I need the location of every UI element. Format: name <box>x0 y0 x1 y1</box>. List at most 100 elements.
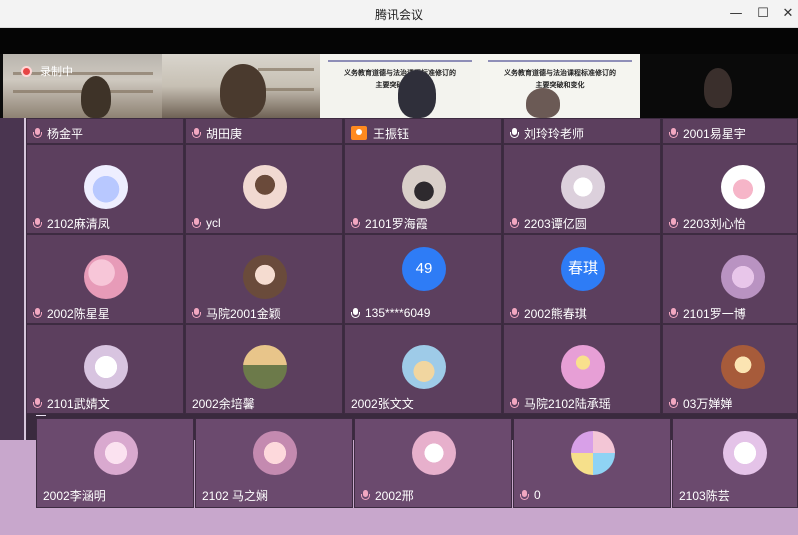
participant-name-text: 0 <box>534 488 541 502</box>
record-icon <box>21 65 32 77</box>
avatar <box>561 165 605 209</box>
video-tile-3[interactable]: 义务教育道德与法治课程标准修订的 主要突破和变化 <box>320 54 480 118</box>
participant-tile[interactable]: 刘玲玲老师 <box>503 118 661 144</box>
participant-name: 2101武婧文 <box>27 393 110 413</box>
participant-tile[interactable]: 2002李涵明 <box>36 418 194 508</box>
title-bar: 腾讯会议 — ☐ ✕ <box>0 0 798 28</box>
participant-tile[interactable]: 2101罗海霞 <box>344 144 502 234</box>
participant-name: 马院2102陆承瑶 <box>504 393 611 413</box>
participant-tile[interactable]: 2002邢 <box>354 418 512 508</box>
participant-tile[interactable]: 2002余培馨 <box>185 324 343 414</box>
participant-name-text: 2103陈芸 <box>679 488 730 503</box>
participant-name: 03万婵婵 <box>663 393 732 413</box>
recording-label: 录制中 <box>40 66 73 78</box>
participant-name: 0 <box>514 485 541 505</box>
participant-tile[interactable]: 2203谭亿圆 <box>503 144 661 234</box>
avatar <box>723 431 767 475</box>
participant-tile[interactable]: 2102麻清凤 <box>26 144 184 234</box>
participant-name: 2102 马之娴 <box>196 485 268 505</box>
mic-icon <box>33 217 42 229</box>
mic-icon <box>510 217 519 229</box>
participant-name: 刘玲玲老师 <box>504 123 584 143</box>
participant-name-text: 03万婵婵 <box>683 396 733 411</box>
participant-name: 2101罗海霞 <box>345 213 428 233</box>
video-strip: 录制中 义务教育道德与法治课程标准修订的 主要突破和变化 义务教育道德与法治课程… <box>0 54 798 118</box>
participant-tile[interactable]: 杨金平 <box>26 118 184 144</box>
participant-tile[interactable]: 2101罗一博 <box>662 234 798 324</box>
mic-icon <box>361 489 370 501</box>
participant-name-text: 2203谭亿圆 <box>524 216 587 231</box>
avatar: 49 <box>402 247 446 291</box>
slide-title: 义务教育道德与法治课程标准修订的 <box>504 70 616 77</box>
participant-name-text: 马院2001金颖 <box>206 306 281 321</box>
avatar <box>243 255 287 299</box>
video-tile-5[interactable] <box>640 54 798 118</box>
participant-tile[interactable]: 49 135****6049 <box>344 234 502 324</box>
participant-name-text: 王振钰 <box>373 126 410 141</box>
avatar <box>243 345 287 389</box>
avatar <box>721 345 765 389</box>
participant-tile[interactable]: 2001易星宇 <box>662 118 798 144</box>
participant-name: 杨金平 <box>27 123 83 143</box>
participant-name: 2002张文文 <box>345 393 414 413</box>
close-button[interactable]: ✕ <box>777 4 798 24</box>
participant-name: 胡田庚 <box>186 123 242 143</box>
video-tile-2[interactable] <box>162 54 320 118</box>
participant-tile[interactable]: 03万婵婵 <box>662 324 798 414</box>
slide-rule <box>328 60 472 62</box>
participant-name: 2002邢 <box>355 485 414 505</box>
participant-name-text: 2002陈星星 <box>47 306 110 321</box>
participant-tile[interactable]: 2002陈星星 <box>26 234 184 324</box>
maximize-button[interactable]: ☐ <box>752 4 774 24</box>
mic-icon <box>33 307 42 319</box>
avatar <box>94 431 138 475</box>
avatar <box>253 431 297 475</box>
avatar <box>84 255 128 299</box>
video-tile-4[interactable]: 义务教育道德与法治课程标准修订的 主要突破和变化 <box>480 54 640 118</box>
mic-icon <box>192 307 201 319</box>
mic-icon <box>510 127 519 139</box>
participant-tile[interactable]: 2203刘心怡 <box>662 144 798 234</box>
participant-name: ycl <box>186 213 221 233</box>
participant-tile[interactable]: ycl <box>185 144 343 234</box>
mic-icon <box>510 397 519 409</box>
participant-name-text: 2102麻清凤 <box>47 216 110 231</box>
participant-tile[interactable]: 马院2102陆承瑶 <box>503 324 661 414</box>
bookshelf <box>258 88 314 91</box>
list-icon <box>36 415 46 416</box>
participant-name: 2203刘心怡 <box>663 213 746 233</box>
participant-name-text: 2101罗海霞 <box>365 216 428 231</box>
participant-name-text: 2001易星宇 <box>683 126 746 141</box>
participant-name-text: 2002李涵明 <box>43 488 106 503</box>
slide-rule <box>488 60 632 62</box>
recording-indicator: 录制中 <box>21 62 73 80</box>
participant-tile[interactable]: 2103陈芸 <box>672 418 798 508</box>
participant-video <box>398 70 436 118</box>
avatar <box>721 255 765 299</box>
mic-icon <box>669 307 678 319</box>
participant-tile[interactable]: 马院2001金颖 <box>185 234 343 324</box>
participant-name: 2103陈芸 <box>673 485 730 505</box>
video-tile-1[interactable]: 录制中 <box>3 54 162 118</box>
participant-name: 2102麻清凤 <box>27 213 110 233</box>
slide-subtitle: 主要突破和变化 <box>535 82 585 89</box>
mic-icon <box>351 307 360 319</box>
participant-name: 2002余培馨 <box>186 393 255 413</box>
participant-name-text: 胡田庚 <box>206 126 243 141</box>
participant-name-text: 2101武婧文 <box>47 396 110 411</box>
participant-tile[interactable]: 2002张文文 <box>344 324 502 414</box>
participant-tile[interactable]: 胡田庚 <box>185 118 343 144</box>
avatar <box>412 431 456 475</box>
participant-tile[interactable]: 2102 马之娴 <box>195 418 353 508</box>
participant-tile[interactable]: 0 <box>513 418 671 508</box>
participant-name-text: 2002张文文 <box>351 396 414 411</box>
participant-tile[interactable]: 王振钰 <box>344 118 502 144</box>
participant-tile[interactable]: 春琪 2002熊春琪 <box>503 234 661 324</box>
participant-name: 王振钰 <box>345 123 409 143</box>
participant-name: 2203谭亿圆 <box>504 213 587 233</box>
window-title: 腾讯会议 <box>374 8 423 22</box>
participant-tile[interactable]: 2101武婧文 <box>26 324 184 414</box>
participant-name: 马院2001金颖 <box>186 303 281 323</box>
minimize-button[interactable]: — <box>725 4 747 24</box>
participant-name-text: ycl <box>206 216 221 230</box>
